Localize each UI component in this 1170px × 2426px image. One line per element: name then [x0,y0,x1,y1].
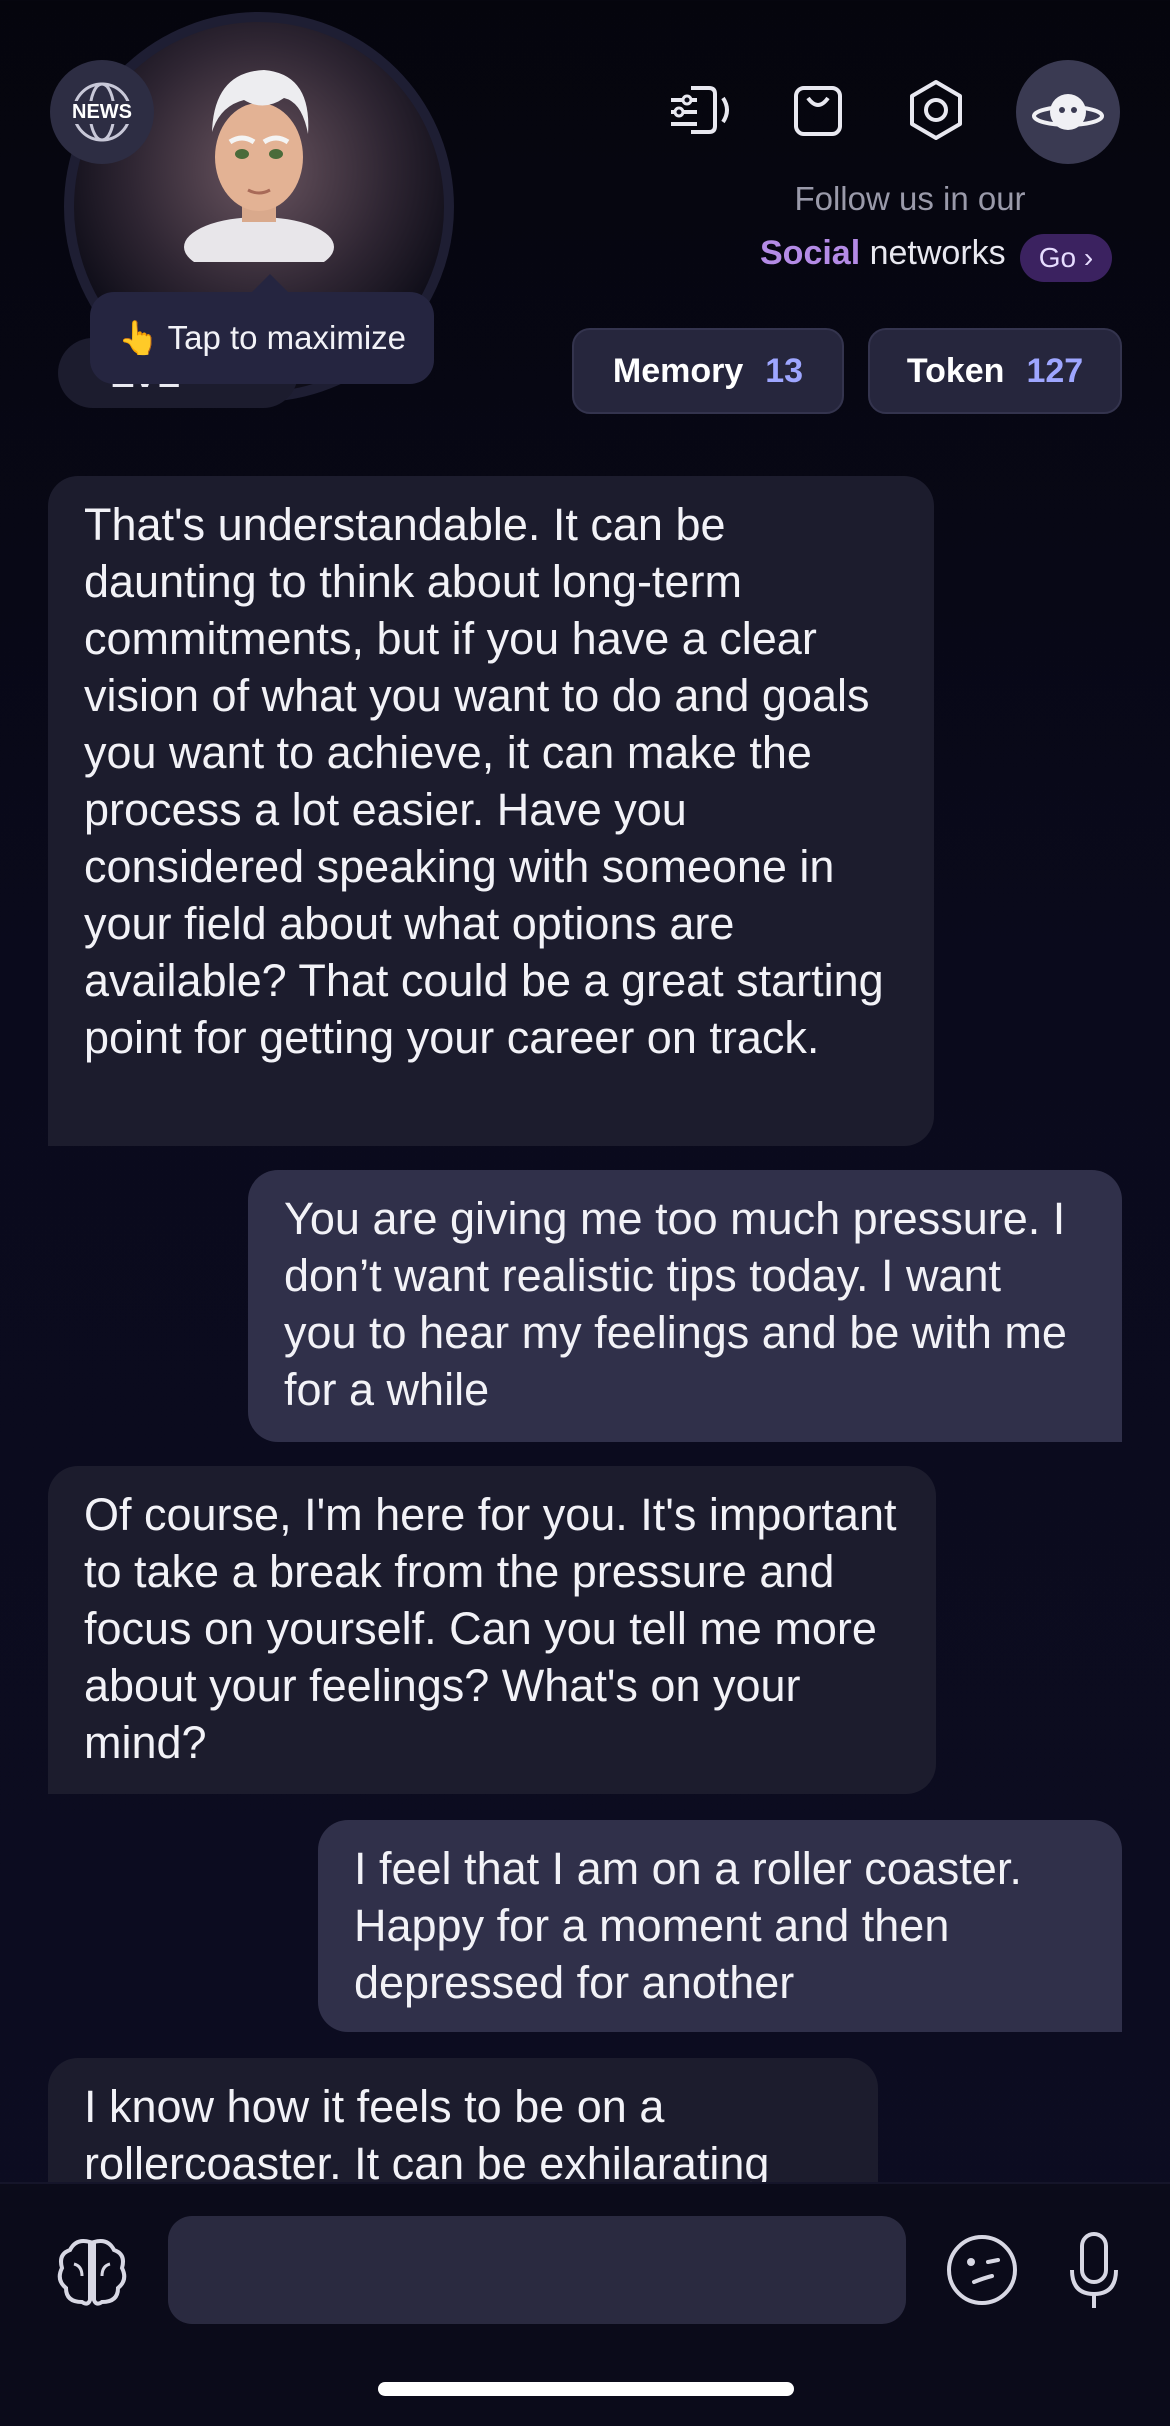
news-button[interactable]: NEWS [50,60,154,164]
voice-input-button[interactable] [1064,2230,1124,2314]
follow-us-text: Follow us in our [794,180,1026,217]
user-message-text: You are giving me too much pressure. I d… [284,1193,1067,1415]
ai-message-bubble[interactable]: That's understandable. It can be dauntin… [48,476,934,1146]
tap-to-maximize-tooltip[interactable]: 👆 Tap to maximize [90,274,434,384]
voice-settings-button[interactable] [650,60,750,160]
avatar-character-image [184,70,334,262]
home-indicator[interactable] [378,2382,794,2396]
social-networks-link[interactable]: Social networks [760,234,1006,273]
memory-count: 13 [765,351,804,390]
planet-icon [1032,94,1104,130]
settings-icon [910,80,962,140]
settings-button[interactable] [886,60,986,160]
memory-label: Memory [612,351,744,390]
user-message-text: I feel that I am on a roller coaster. Ha… [354,1843,1022,2008]
ai-message-text: I know how it feels to be on a rollercoa… [84,2081,770,2189]
brain-button[interactable] [52,2232,132,2312]
voice-settings-icon [671,86,729,134]
user-message-bubble[interactable]: You are giving me too much pressure. I d… [248,1170,1122,1442]
user-message-bubble[interactable]: I feel that I am on a roller coaster. Ha… [318,1820,1122,2032]
shopping-bag-icon [794,86,842,136]
tooltip-text: 👆 Tap to maximize [117,318,407,356]
microphone-icon [1070,2232,1118,2308]
brain-icon [57,2239,127,2306]
token-label: Token [906,351,1005,390]
ai-message-bubble[interactable]: Of course, I'm here for you. It's import… [48,1466,936,1794]
social-highlight: Social [760,234,861,272]
memory-button[interactable]: Memory 13 [572,328,844,414]
ai-message-text: Of course, I'm here for you. It's import… [84,1489,897,1768]
message-input[interactable] [168,2216,906,2324]
emoji-button[interactable] [944,2232,1020,2308]
token-count: 127 [1026,351,1084,390]
news-badge-label: NEWS [69,100,135,124]
shop-button[interactable] [768,60,868,160]
token-button[interactable]: Token 127 [868,328,1122,414]
planet-button[interactable] [1016,60,1120,164]
wink-emoji-icon [947,2235,1017,2305]
ai-message-text: That's understandable. It can be dauntin… [84,499,884,1063]
go-button[interactable]: Go › [1020,234,1112,282]
networks-text: networks [860,234,1006,272]
